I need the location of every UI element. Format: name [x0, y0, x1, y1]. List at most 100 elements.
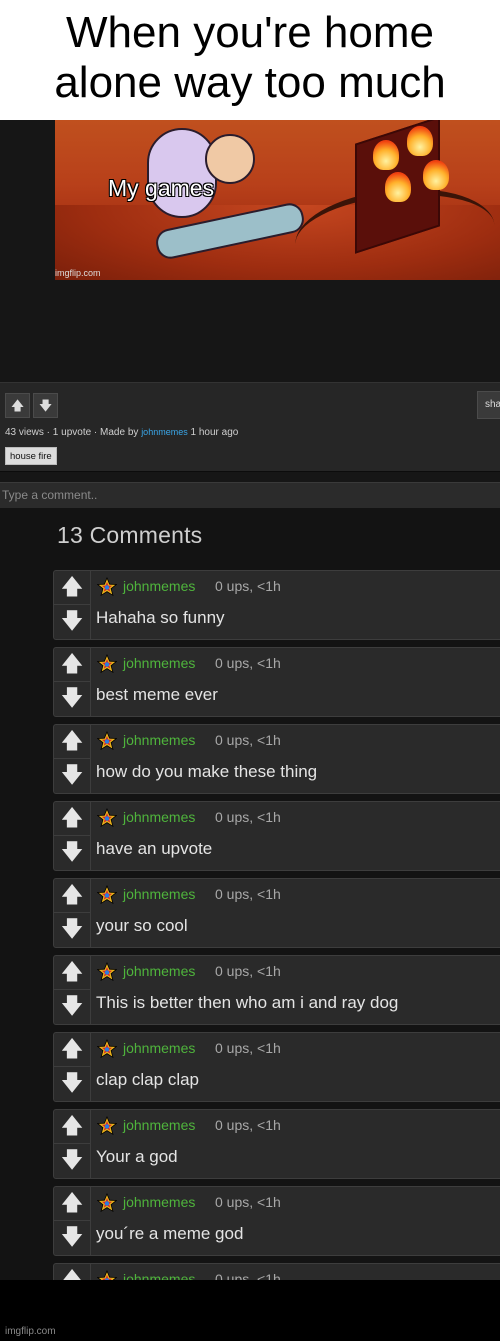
comment-score: 0 ups, <1h — [215, 886, 281, 902]
arrow-down-icon: 🡇 — [60, 1224, 84, 1249]
comment-vote-rail: 🡅🡇 — [54, 1110, 91, 1178]
arrow-up-icon: 🡅 — [60, 1036, 84, 1061]
caption-line-1: When you're home — [66, 8, 434, 57]
comment-text: have an upvote — [96, 839, 213, 858]
arrow-up-icon: 🡅 — [60, 651, 84, 676]
flame-icon — [385, 172, 411, 202]
comments-heading: 13 Comments — [57, 522, 203, 548]
comment-downvote-button[interactable]: 🡇 — [54, 1144, 90, 1178]
rank-star-icon — [96, 730, 118, 751]
author-link[interactable]: johnmemes — [141, 427, 188, 437]
post-stats-prefix: 43 views · 1 upvote · Made by — [5, 427, 139, 438]
comment-card: 🡅 🡇 johnmemes 0 ups, <1h Hahaha so funny — [53, 570, 500, 640]
arrow-down-icon: 🡇 — [60, 1070, 84, 1095]
comment-upvote-button[interactable]: 🡅 — [54, 1110, 90, 1144]
comment-username[interactable]: johnmemes — [123, 1194, 195, 1210]
share-button[interactable]: sha — [477, 391, 500, 419]
rank-star-icon — [96, 653, 118, 674]
post-stats: 43 views · 1 upvote · Made by johnmemes … — [5, 427, 238, 438]
post-meta-panel: 🡅 🡇 sha 43 views · 1 upvote · Made by jo… — [0, 382, 500, 472]
arrow-up-icon: 🡅 — [60, 1267, 84, 1280]
comment-card: 🡅 🡇 johnmemes 0 ups, <1h best meme ever — [53, 647, 500, 717]
comment-username[interactable]: johnmemes — [123, 732, 195, 748]
rank-star-icon — [96, 1269, 118, 1280]
comment-downvote-button[interactable]: 🡇 — [54, 1067, 90, 1101]
comment-text: best meme ever — [96, 685, 218, 704]
comment-username[interactable]: johnmemes — [123, 655, 195, 671]
tag-chip[interactable]: house fire — [5, 447, 57, 465]
meme-caption: When you're home alone way too much — [0, 0, 500, 120]
comment-username[interactable]: johnmemes — [123, 963, 195, 979]
comment-downvote-button[interactable]: 🡇 — [54, 836, 90, 870]
comment-downvote-button[interactable]: 🡇 — [54, 1221, 90, 1255]
comment-card: 🡅 🡇 johnmemes 0 ups, <1h clap clap clap — [53, 1032, 500, 1102]
comment-upvote-button[interactable]: 🡅 — [54, 1187, 90, 1221]
comment-score: 0 ups, <1h — [215, 1040, 281, 1056]
arrow-up-icon: 🡅 — [60, 1190, 84, 1215]
arrow-up-icon: 🡅 — [10, 398, 25, 413]
post-upvote-button[interactable]: 🡅 — [5, 393, 30, 418]
comment-username[interactable]: johnmemes — [123, 1040, 195, 1056]
comment-card: 🡅 🡇 johnmemes 0 ups, <1h how do you make the… — [53, 724, 500, 794]
meme-watermark: imgflip.com — [55, 268, 101, 278]
comment-vote-rail: 🡅🡇 — [54, 1264, 91, 1280]
comment-username[interactable]: johnmemes — [123, 1117, 195, 1133]
arrow-down-icon: 🡇 — [60, 762, 84, 787]
flame-icon — [407, 126, 433, 156]
rank-star-icon — [96, 807, 118, 828]
comment-username[interactable]: johnmemes — [123, 809, 195, 825]
comment-upvote-button[interactable]: 🡅 — [54, 956, 90, 990]
comment-upvote-button[interactable]: 🡅 — [54, 571, 90, 605]
comment-text: clap clap clap — [96, 1070, 200, 1089]
comment-card: 🡅 🡇 johnmemes 0 ups, <1h This is better then… — [53, 955, 500, 1025]
comment-upvote-button[interactable]: 🡅 — [54, 725, 90, 759]
rank-star-icon — [96, 576, 118, 597]
comment-vote-rail: 🡅🡇 — [54, 571, 91, 639]
comment-downvote-button[interactable]: 🡇 — [54, 990, 90, 1024]
comment-upvote-button[interactable]: 🡅 — [54, 879, 90, 913]
comment-text: your so cool — [96, 916, 188, 935]
arrow-up-icon: 🡅 — [60, 574, 84, 599]
comment-downvote-button[interactable]: 🡇 — [54, 913, 90, 947]
arrow-down-icon: 🡇 — [60, 916, 84, 941]
comment-downvote-button[interactable]: 🡇 — [54, 682, 90, 716]
comment-score: 0 ups, <1h — [215, 578, 281, 594]
comment-card: 🡅 🡇 johnmemes 0 ups, <1h Your a god — [53, 1109, 500, 1179]
comment-card: 🡅🡇 johnmemes 0 ups, <1h — [53, 1263, 500, 1280]
comment-downvote-button[interactable]: 🡇 — [54, 759, 90, 793]
comment-score: 0 ups, <1h — [215, 655, 281, 671]
comment-score: 0 ups, <1h — [215, 1271, 281, 1280]
post-stats-suffix: 1 hour ago — [190, 427, 239, 438]
comment-upvote-button[interactable]: 🡅 — [54, 802, 90, 836]
comments-section: 13 Comments 🡅 🡇 johnmemes 0 ups, <1h Hahaha … — [0, 508, 500, 1280]
comment-vote-rail: 🡅🡇 — [54, 879, 91, 947]
flame-icon — [373, 140, 399, 170]
arrow-up-icon: 🡅 — [60, 959, 84, 984]
comment-vote-rail: 🡅🡇 — [54, 648, 91, 716]
flame-icon — [423, 160, 449, 190]
rank-star-icon — [96, 884, 118, 905]
arrow-up-icon: 🡅 — [60, 805, 84, 830]
comment-downvote-button[interactable]: 🡇 — [54, 605, 90, 639]
arrow-up-icon: 🡅 — [60, 1113, 84, 1138]
comment-upvote-button[interactable]: 🡅 — [54, 1264, 90, 1280]
comment-username[interactable]: johnmemes — [123, 1271, 195, 1280]
comment-username[interactable]: johnmemes — [123, 578, 195, 594]
comment-upvote-button[interactable]: 🡅 — [54, 1033, 90, 1067]
arrow-down-icon: 🡇 — [60, 839, 84, 864]
screenshot-panel: My games imgflip.com 🡅 🡇 sha 43 views · … — [0, 120, 500, 1280]
comment-upvote-button[interactable]: 🡅 — [54, 648, 90, 682]
comment-input[interactable]: Type a comment.. — [0, 482, 500, 508]
caption-line-2: alone way too much — [54, 58, 446, 107]
post-downvote-button[interactable]: 🡇 — [33, 393, 58, 418]
arrow-down-icon: 🡇 — [38, 398, 53, 413]
comment-vote-rail: 🡅🡇 — [54, 802, 91, 870]
comment-score: 0 ups, <1h — [215, 963, 281, 979]
comment-card: 🡅 🡇 johnmemes 0 ups, <1h your so cool — [53, 878, 500, 948]
arrow-down-icon: 🡇 — [60, 993, 84, 1018]
comment-username[interactable]: johnmemes — [123, 886, 195, 902]
comment-vote-rail: 🡅🡇 — [54, 1033, 91, 1101]
comment-text: This is better then who am i and ray dog — [96, 993, 399, 1012]
comment-text: you´re a meme god — [96, 1224, 244, 1243]
rank-star-icon — [96, 1192, 118, 1213]
